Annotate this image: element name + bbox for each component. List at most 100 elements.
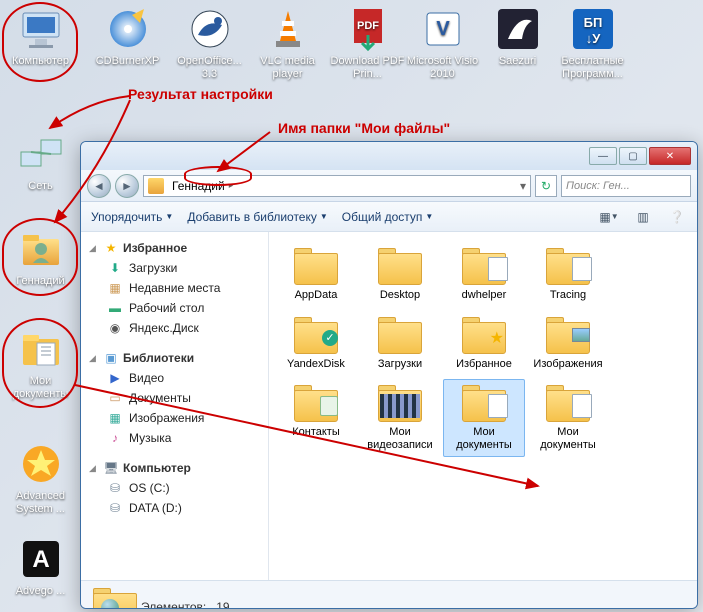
- forward-button[interactable]: ►: [115, 174, 139, 198]
- desktop-icon-network[interactable]: Сеть: [3, 130, 78, 193]
- preview-pane-button[interactable]: ▥: [633, 207, 653, 227]
- minimize-button[interactable]: —: [589, 147, 617, 165]
- share-menu[interactable]: Общий доступ ▼: [342, 210, 434, 224]
- sidebar-item[interactable]: ⛁OS (C:): [81, 478, 268, 498]
- folder-item[interactable]: Desktop: [359, 242, 441, 307]
- visio-icon: V: [419, 5, 467, 53]
- folder-item[interactable]: AppData: [275, 242, 357, 307]
- icon-label: Сеть: [3, 180, 78, 193]
- mydocs-icon: [17, 325, 65, 373]
- titlebar[interactable]: — ▢ ✕: [81, 142, 697, 170]
- icon-label: Мои документы: [3, 375, 78, 401]
- library-icon: ▣: [103, 350, 119, 366]
- folder-icon: [91, 587, 131, 610]
- chevron-icon: ◢: [89, 353, 99, 364]
- sidebar-item[interactable]: ♪Музыка: [81, 428, 268, 448]
- computer-icon: [17, 5, 65, 53]
- desktop-icon-cdburner[interactable]: CDBurnerXP: [90, 5, 165, 68]
- search-input[interactable]: Поиск: Ген...: [561, 175, 691, 197]
- address-bar[interactable]: Геннадий ▸ ▾: [143, 175, 531, 197]
- folder-item[interactable]: Tracing: [527, 242, 609, 307]
- folder-label: YandexDisk: [278, 358, 354, 371]
- sidebar-item[interactable]: ◉Яндекс.Диск: [81, 318, 268, 338]
- sidebar-item[interactable]: ⬇Загрузки: [81, 258, 268, 278]
- desktop-icon-advego[interactable]: A Advego ...: [3, 535, 78, 598]
- folder-icon: [460, 384, 508, 424]
- desktop-icon-mydocs[interactable]: Мои документы: [3, 325, 78, 401]
- sidebar-item[interactable]: ▭Документы: [81, 388, 268, 408]
- folder-item[interactable]: Мои документы: [443, 379, 525, 456]
- sidebar-group[interactable]: ◢★Избранное: [81, 238, 268, 258]
- desktop-icon-pdf[interactable]: PDFDownload PDF Prin...: [330, 5, 405, 81]
- icon-label: CDBurnerXP: [90, 55, 165, 68]
- sidebar-item-label: Яндекс.Диск: [129, 321, 199, 335]
- sidebar-group[interactable]: ◢ 🖥 Компьютер: [81, 458, 268, 478]
- view-menu[interactable]: ▦ ▼: [599, 207, 619, 227]
- icon-label: Компьютер: [3, 55, 78, 68]
- icon-label: Saezuri: [480, 55, 555, 68]
- sidebar-item-label: Рабочий стол: [129, 301, 204, 315]
- icon-label: Microsoft Visio 2010: [405, 55, 480, 81]
- computer-icon: 🖥: [103, 460, 119, 476]
- sidebar-item-label: Недавние места: [129, 281, 220, 295]
- sidebar-item-label: DATA (D:): [129, 501, 182, 515]
- desktop-icon-bp[interactable]: БП↓УБесплатные Программ...: [555, 5, 630, 81]
- status-count: 19: [216, 600, 229, 610]
- desktop-icon-computer[interactable]: Компьютер: [3, 5, 78, 68]
- vlc-icon: [264, 5, 312, 53]
- breadcrumb[interactable]: Геннадий: [168, 179, 229, 193]
- folder-label: Desktop: [362, 289, 438, 302]
- folder-item[interactable]: dwhelper: [443, 242, 525, 307]
- desktop-icon-userfolder[interactable]: Геннадий: [3, 225, 78, 288]
- folder-icon: [376, 247, 424, 287]
- toolbar: Упорядочить ▼ Добавить в библиотеку ▼ Об…: [81, 202, 697, 232]
- sidebar-item[interactable]: ▦Изображения: [81, 408, 268, 428]
- chevron-icon: ◢: [89, 463, 99, 474]
- bp-icon: БП↓У: [569, 5, 617, 53]
- desktop-icon-visio[interactable]: V Microsoft Visio 2010: [405, 5, 480, 81]
- folder-item[interactable]: Мои видеозаписи: [359, 379, 441, 456]
- refresh-button[interactable]: ↻: [535, 175, 557, 197]
- folder-item[interactable]: Контакты: [275, 379, 357, 456]
- advego-icon: A: [17, 535, 65, 583]
- close-button[interactable]: ✕: [649, 147, 691, 165]
- sidebar-item[interactable]: ▦Недавние места: [81, 278, 268, 298]
- icon-label: Геннадий: [3, 275, 78, 288]
- addlib-menu[interactable]: Добавить в библиотеку ▼: [187, 210, 327, 224]
- chevron-down-icon[interactable]: ▾: [520, 179, 526, 193]
- desktop-icon-advsystem[interactable]: Advanced System ...: [3, 440, 78, 516]
- maximize-button[interactable]: ▢: [619, 147, 647, 165]
- back-button[interactable]: ◄: [87, 174, 111, 198]
- folder-label: Мои видеозаписи: [362, 426, 438, 451]
- sidebar-item-label: Музыка: [129, 431, 171, 445]
- pdf-icon: PDF: [344, 5, 392, 53]
- group-label: Компьютер: [123, 461, 191, 475]
- svg-text:V: V: [436, 18, 450, 40]
- desktop-icon-saezuri[interactable]: Saezuri: [480, 5, 555, 68]
- sidebar-item[interactable]: ▬Рабочий стол: [81, 298, 268, 318]
- sidebar-item-label: Видео: [129, 371, 164, 385]
- svg-text:↓У: ↓У: [585, 31, 601, 46]
- icon-label: Advego ...: [3, 585, 78, 598]
- icon-label: VLC media player: [250, 55, 325, 81]
- desktop: Компьютер CDBurnerXP OpenOffice... 3.3VLC …: [0, 0, 703, 612]
- openoffice-icon: [186, 5, 234, 53]
- folder-item[interactable]: Изображения: [527, 311, 609, 376]
- desktop-icon-vlc[interactable]: VLC media player: [250, 5, 325, 81]
- organize-menu[interactable]: Упорядочить ▼: [91, 210, 173, 224]
- sidebar-group[interactable]: ◢▣Библиотеки: [81, 348, 268, 368]
- sidebar-item[interactable]: ⛁DATA (D:): [81, 498, 268, 518]
- folder-icon: ★: [460, 316, 508, 356]
- folder-icon: [544, 316, 592, 356]
- folder-item[interactable]: ✓ YandexDisk: [275, 311, 357, 376]
- content-area[interactable]: AppData Desktop dwhelperTracing ✓ YandexDisk…: [269, 232, 697, 580]
- folder-icon: [376, 316, 424, 356]
- folder-item[interactable]: ★Избранное: [443, 311, 525, 376]
- folder-item[interactable]: Мои документы: [527, 379, 609, 456]
- desktop-icon-openoffice[interactable]: OpenOffice... 3.3: [172, 5, 247, 81]
- folder-item[interactable]: Загрузки: [359, 311, 441, 376]
- advsystem-icon: [17, 440, 65, 488]
- help-button[interactable]: ❔: [667, 207, 687, 227]
- folder-icon: ✓: [292, 316, 340, 356]
- sidebar-item[interactable]: ▶Видео: [81, 368, 268, 388]
